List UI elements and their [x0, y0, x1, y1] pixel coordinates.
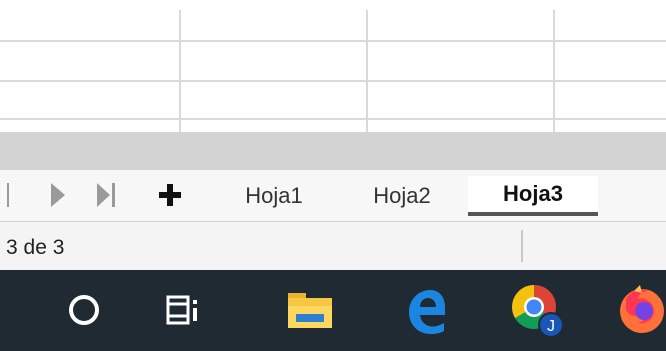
firefox-button[interactable] — [612, 280, 666, 340]
column-divider — [179, 10, 181, 132]
taskbar: J — [0, 270, 666, 351]
task-view-button[interactable] — [158, 280, 210, 340]
sheet-position-text: 3 de 3 — [6, 236, 65, 259]
add-sheet-button[interactable] — [152, 178, 188, 212]
firefox-icon — [620, 285, 664, 333]
last-sheet-icon — [97, 183, 115, 207]
column-divider — [553, 10, 555, 132]
previous-sheet-icon — [7, 183, 9, 207]
row-divider — [0, 80, 666, 82]
sheet-tab-hoja1[interactable]: Hoja1 — [222, 176, 326, 216]
last-sheet-button[interactable] — [92, 178, 122, 212]
status-bar: 3 de 3 — [0, 222, 666, 270]
plus-icon — [159, 184, 181, 206]
next-sheet-button[interactable] — [42, 178, 72, 212]
status-divider — [521, 230, 523, 262]
cortana-button[interactable] — [58, 280, 110, 340]
next-sheet-icon — [51, 183, 65, 207]
chrome-profile-badge: J — [547, 318, 555, 335]
row-divider — [0, 40, 666, 42]
row-divider — [0, 118, 666, 120]
horizontal-scrollbar[interactable] — [0, 132, 666, 170]
previous-sheet-button[interactable] — [0, 178, 16, 212]
sheet-tab-bar: Hoja1 Hoja2 Hoja3 — [0, 170, 666, 222]
chrome-button[interactable]: J — [504, 280, 568, 340]
spreadsheet-grid[interactable] — [0, 0, 666, 132]
edge-icon — [409, 290, 445, 334]
sheet-tab-hoja3[interactable]: Hoja3 — [468, 176, 598, 216]
edge-button[interactable] — [394, 280, 454, 340]
file-explorer-icon — [288, 293, 332, 328]
file-explorer-button[interactable] — [280, 280, 340, 340]
sheet-tab-hoja2[interactable]: Hoja2 — [350, 176, 454, 216]
chrome-icon: J — [512, 285, 564, 338]
task-view-icon — [166, 295, 197, 325]
column-divider — [366, 10, 368, 132]
cortana-icon — [69, 295, 99, 325]
